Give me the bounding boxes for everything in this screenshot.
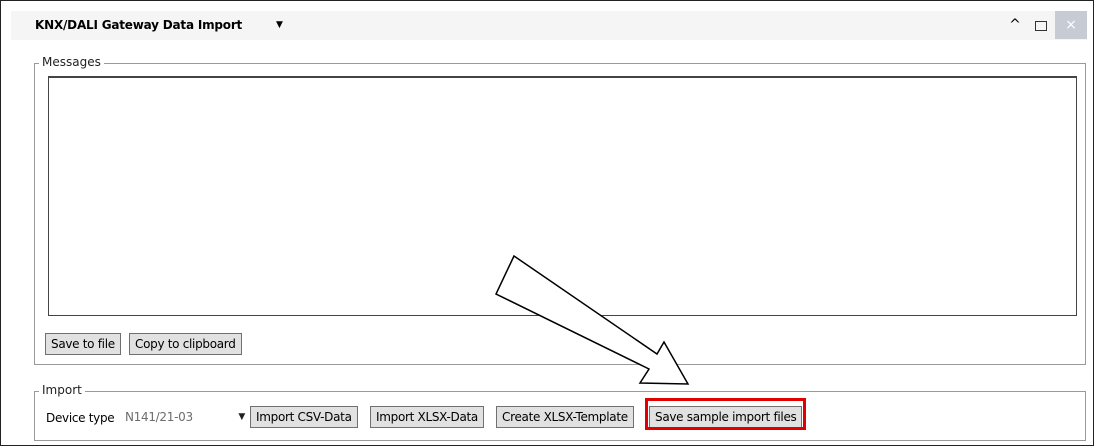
- device-type-label: Device type: [46, 411, 115, 425]
- import-xlsx-button[interactable]: Import XLSX-Data: [370, 406, 484, 428]
- highlight-box: [645, 398, 806, 430]
- close-button[interactable]: ×: [1055, 11, 1087, 39]
- close-icon: ×: [1065, 17, 1077, 33]
- save-to-file-button[interactable]: Save to file: [45, 333, 121, 355]
- maximize-button[interactable]: [1027, 11, 1055, 39]
- device-type-select[interactable]: N141/21-03 ▼: [125, 406, 245, 428]
- device-type-value: N141/21-03: [125, 410, 193, 424]
- import-group-label: Import: [39, 383, 85, 397]
- title-bar: KNX/DALI Gateway Data Import ▼ ^ ×: [11, 11, 1087, 40]
- window-title: KNX/DALI Gateway Data Import: [35, 18, 243, 32]
- import-window: KNX/DALI Gateway Data Import ▼ ^ × Messa…: [0, 0, 1094, 446]
- collapse-button[interactable]: ^: [1001, 11, 1029, 39]
- caret-up-icon: ^: [1009, 17, 1021, 33]
- messages-group-label: Messages: [39, 55, 104, 69]
- messages-textarea[interactable]: [48, 76, 1077, 316]
- import-csv-button[interactable]: Import CSV-Data: [250, 406, 358, 428]
- create-xlsx-template-button[interactable]: Create XLSX-Template: [496, 406, 634, 428]
- import-group: Import Device type N141/21-03 ▼ Import C…: [34, 383, 1086, 441]
- messages-group: Messages Save to file Copy to clipboard: [34, 55, 1086, 365]
- chevron-down-icon: ▼: [238, 412, 245, 422]
- copy-to-clipboard-button[interactable]: Copy to clipboard: [129, 333, 242, 355]
- title-dropdown-icon[interactable]: ▼: [276, 20, 283, 30]
- maximize-icon: [1035, 20, 1047, 31]
